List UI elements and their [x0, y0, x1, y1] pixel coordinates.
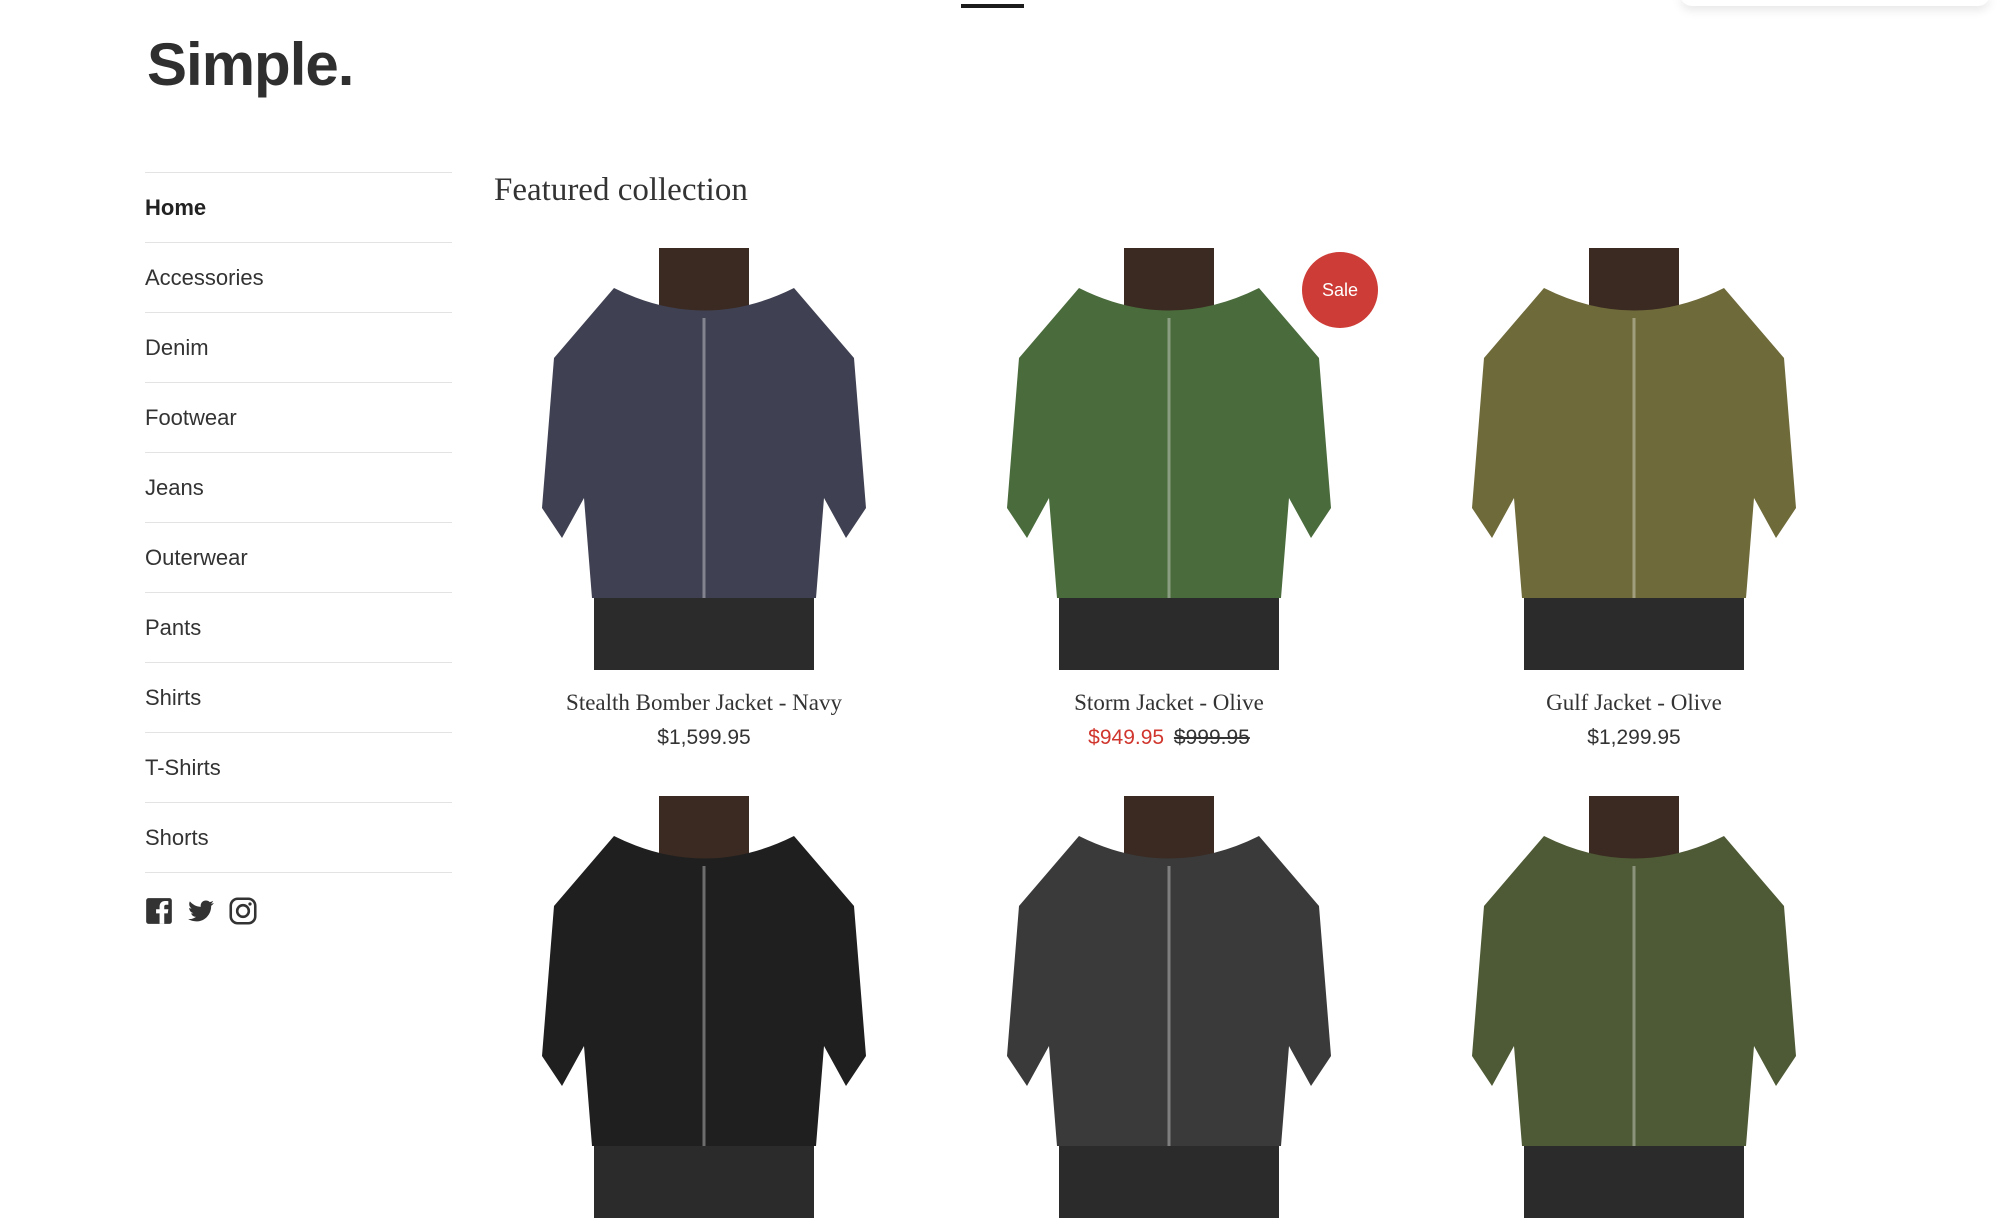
sale-badge: Sale: [1302, 252, 1378, 328]
product-image[interactable]: [1424, 796, 1844, 1218]
top-active-indicator: [961, 4, 1024, 8]
product-title[interactable]: Storm Jacket - Olive: [959, 690, 1379, 716]
product-card-storm-jacket[interactable]: Storm Jacket - Olive $949.95 $999.95: [959, 248, 1379, 750]
product-image[interactable]: [494, 796, 914, 1218]
jacket-figure: [494, 796, 914, 1218]
top-popup-shadow: [1680, 0, 1990, 6]
instagram-icon[interactable]: [229, 897, 257, 925]
product-title[interactable]: Stealth Bomber Jacket - Navy: [494, 690, 914, 716]
sidebar-item-pants[interactable]: Pants: [145, 593, 452, 663]
product-card-denim-jacket[interactable]: [959, 796, 1379, 1218]
jacket-figure: [1424, 796, 1844, 1218]
sidebar-item-shirts[interactable]: Shirts: [145, 663, 452, 733]
product-price: $1,599.95: [657, 726, 751, 749]
sidebar-item-jeans[interactable]: Jeans: [145, 453, 452, 523]
jacket-figure: [959, 796, 1379, 1218]
sidebar-item-denim[interactable]: Denim: [145, 313, 452, 383]
product-price: $949.95 $999.95: [959, 726, 1379, 750]
sidebar-item-accessories[interactable]: Accessories: [145, 243, 452, 313]
product-card-leather-bomber[interactable]: [494, 796, 914, 1218]
store-logo[interactable]: Simple.: [147, 30, 354, 99]
product-title[interactable]: Gulf Jacket - Olive: [1424, 690, 1844, 716]
product-card-stealth-bomber[interactable]: Stealth Bomber Jacket - Navy $1,599.95: [494, 248, 914, 750]
product-grid: Stealth Bomber Jacket - Navy $1,599.95 S…: [494, 248, 1894, 1218]
nav-list: Home Accessories Denim Footwear Jeans Ou…: [145, 172, 452, 873]
sidebar-item-home[interactable]: Home: [145, 173, 452, 243]
sale-price: $949.95: [1088, 726, 1165, 749]
product-image[interactable]: [494, 248, 914, 670]
product-image[interactable]: [959, 796, 1379, 1218]
sidebar-item-shorts[interactable]: Shorts: [145, 803, 452, 873]
product-price: $1,299.95: [1587, 726, 1681, 749]
sidebar-item-outerwear[interactable]: Outerwear: [145, 523, 452, 593]
featured-collection-heading: Featured collection: [494, 172, 748, 208]
sidebar-item-t-shirts[interactable]: T-Shirts: [145, 733, 452, 803]
jacket-figure: [494, 248, 914, 670]
facebook-icon[interactable]: [145, 897, 173, 925]
product-image[interactable]: [1424, 248, 1844, 670]
product-card-gulf-jacket[interactable]: Gulf Jacket - Olive $1,299.95: [1424, 248, 1844, 750]
jacket-figure: [1424, 248, 1844, 670]
product-card-camo-bomber[interactable]: [1424, 796, 1844, 1218]
compare-at-price: $999.95: [1173, 726, 1250, 749]
sidebar-nav: Home Accessories Denim Footwear Jeans Ou…: [145, 172, 452, 925]
sidebar-item-footwear[interactable]: Footwear: [145, 383, 452, 453]
twitter-icon[interactable]: [187, 897, 215, 925]
social-links: [145, 897, 452, 925]
